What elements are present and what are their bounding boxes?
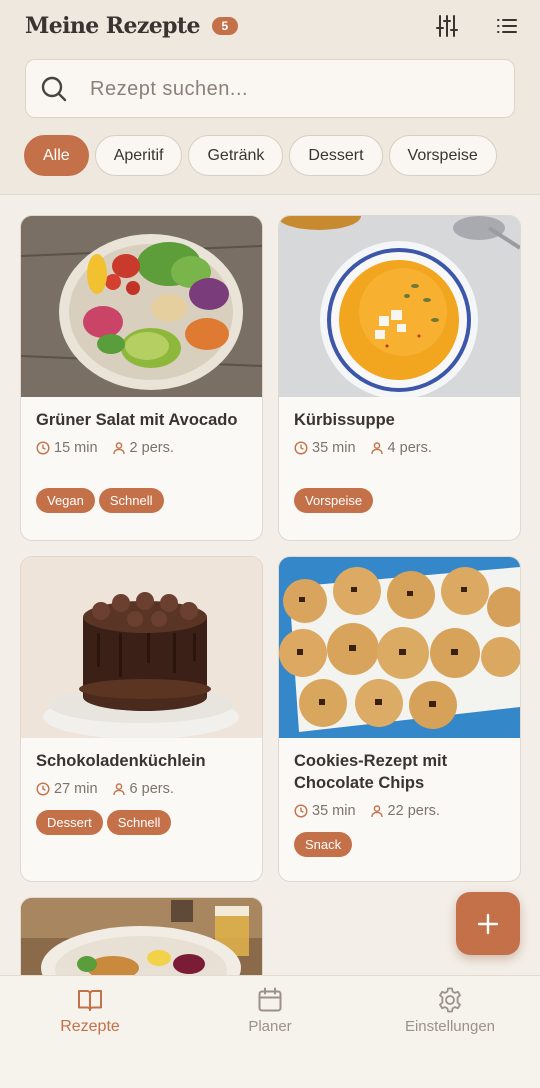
plus-icon xyxy=(477,913,499,934)
add-recipe-button[interactable] xyxy=(456,892,520,955)
filter-button[interactable] xyxy=(432,11,462,41)
nav-label: Rezepte xyxy=(60,1018,120,1035)
search-input[interactable] xyxy=(90,70,500,108)
tag: Dessert xyxy=(36,810,103,835)
nav-label: Planer xyxy=(248,1018,292,1035)
tag: Schnell xyxy=(98,488,164,513)
nav-rezepte[interactable]: Rezepte xyxy=(0,976,180,1056)
recipe-meta: 15 min 2 pers. xyxy=(36,440,174,456)
recipe-tags: Vorspeise xyxy=(294,488,377,513)
pumpkin-soup-photo xyxy=(279,216,520,397)
person-icon xyxy=(112,442,125,455)
calendar-icon xyxy=(258,987,282,1012)
servings: 2 pers. xyxy=(129,440,174,456)
clock-icon xyxy=(294,804,308,818)
cook-time: 15 min xyxy=(54,440,98,456)
search-bar[interactable] xyxy=(25,59,515,118)
recipe-card[interactable]: Schokoladenküchlein 27 min 6 pers. Desse… xyxy=(20,556,263,882)
recipe-card[interactable] xyxy=(20,897,263,976)
clock-icon xyxy=(36,441,50,455)
nav-einstellungen[interactable]: Einstellungen xyxy=(360,976,540,1056)
page-title: Meine Rezepte xyxy=(25,13,200,39)
recipe-meta: 35 min 4 pers. xyxy=(294,440,432,456)
app-header: Meine Rezepte 5 AlleAperitifGetränkDesse… xyxy=(0,0,540,195)
nav-planer[interactable]: Planer xyxy=(180,976,360,1056)
servings: 22 pers. xyxy=(387,803,440,819)
clock-icon xyxy=(294,441,308,455)
title-row: Meine Rezepte 5 xyxy=(25,12,238,40)
list-icon xyxy=(497,19,517,33)
recipe-meta: 27 min 6 pers. xyxy=(36,781,174,797)
recipe-tags: Snack xyxy=(294,832,356,857)
category-filter-chips: Alle Aperitif Getränk Dessert Vorspeise xyxy=(24,135,520,177)
recipe-title: Cookies-Rezept mit Chocolate Chips xyxy=(294,752,448,792)
recipe-title: Schokoladenküchlein xyxy=(36,752,206,770)
fried-dish-photo xyxy=(21,898,262,976)
cookies-photo xyxy=(279,557,520,738)
person-icon xyxy=(370,442,383,455)
chip-getraenk[interactable]: Getränk xyxy=(188,135,284,176)
cook-time: 35 min xyxy=(312,440,356,456)
person-icon xyxy=(370,805,383,818)
bottom-navigation: Rezepte Planer Einstellungen xyxy=(0,975,540,1088)
chip-dessert[interactable]: Dessert xyxy=(289,135,383,176)
salad-bowl-photo xyxy=(21,216,262,397)
cook-time: 35 min xyxy=(312,803,356,819)
recipe-grid: Grüner Salat mit Avocado 15 min 2 pers. … xyxy=(0,196,540,976)
chip-alle[interactable]: Alle xyxy=(24,135,89,176)
tag: Vorspeise xyxy=(294,488,374,513)
tag: Snack xyxy=(294,832,353,857)
chip-aperitif[interactable]: Aperitif xyxy=(94,135,183,176)
book-icon xyxy=(78,990,102,1011)
recipe-card[interactable]: Grüner Salat mit Avocado 15 min 2 pers. … xyxy=(20,215,263,541)
recipe-count-badge: 5 xyxy=(211,17,238,35)
clock-icon xyxy=(36,782,50,796)
servings: 4 pers. xyxy=(387,440,432,456)
servings: 6 pers. xyxy=(129,781,174,797)
recipe-title: Kürbissuppe xyxy=(294,411,395,429)
chocolate-cake-photo xyxy=(21,557,262,738)
chip-vorspeise[interactable]: Vorspeise xyxy=(388,135,497,176)
nav-label: Einstellungen xyxy=(404,1018,496,1035)
tag: Schnell xyxy=(106,810,172,835)
gear-icon xyxy=(439,987,461,1013)
sliders-icon xyxy=(436,15,458,37)
search-icon xyxy=(41,76,67,102)
recipe-title: Grüner Salat mit Avocado xyxy=(36,411,238,429)
recipe-card[interactable]: Kürbissuppe 35 min 4 pers. Vorspeise xyxy=(278,215,521,541)
recipe-meta: 35 min 22 pers. xyxy=(294,803,440,819)
recipe-card[interactable]: Cookies-Rezept mit Chocolate Chips 35 mi… xyxy=(278,556,521,882)
person-icon xyxy=(112,783,125,796)
list-view-button[interactable] xyxy=(491,11,521,41)
cook-time: 27 min xyxy=(54,781,98,797)
tag: Vegan xyxy=(36,488,95,513)
recipe-tags: Dessert Schnell xyxy=(36,810,175,835)
recipe-tags: Vegan Schnell xyxy=(36,488,168,513)
